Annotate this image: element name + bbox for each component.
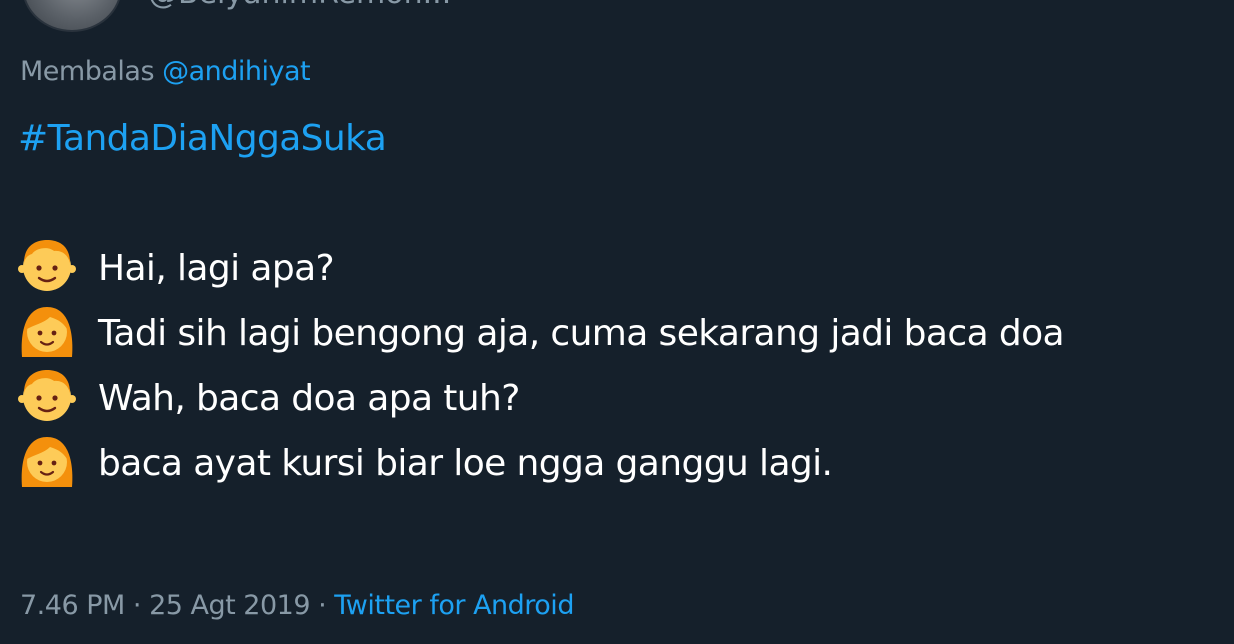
meta-separator: · bbox=[318, 590, 327, 621]
avatar[interactable] bbox=[22, 0, 122, 32]
girl-emoji-icon bbox=[18, 301, 76, 359]
tweet-body: #TandaDiaNggaSuka Hai, lagi apa? Tadi si… bbox=[18, 106, 1228, 496]
reply-context: Membalas @andihiyat bbox=[20, 56, 311, 87]
boy-emoji-icon bbox=[18, 366, 76, 424]
dialogue-line: baca ayat kursi biar loe ngga ganggu lag… bbox=[18, 431, 1228, 496]
dialogue-line: Tadi sih lagi bengong aja, cuma sekarang… bbox=[18, 301, 1228, 366]
tweet-metadata: 7.46 PM · 25 Agt 2019 · Twitter for Andr… bbox=[20, 590, 574, 621]
dialogue-line: Wah, baca doa apa tuh? bbox=[18, 366, 1228, 431]
reply-mention-link[interactable]: @andihiyat bbox=[162, 56, 311, 87]
dialogue-line: Hai, lagi apa? bbox=[18, 236, 1228, 301]
tweet-source-link[interactable]: Twitter for Android bbox=[334, 590, 574, 621]
author-handle[interactable]: @BelyanimRemon... bbox=[148, 0, 451, 11]
reply-prefix: Membalas bbox=[20, 56, 155, 87]
tweet-detail: @BelyanimRemon... Membalas @andihiyat #T… bbox=[0, 0, 1234, 644]
meta-separator: · bbox=[132, 590, 142, 621]
tweet-date[interactable]: 25 Agt 2019 bbox=[149, 590, 310, 621]
hashtag-link[interactable]: #TandaDiaNggaSuka bbox=[18, 106, 1228, 171]
dialogue-text: Tadi sih lagi bengong aja, cuma sekarang… bbox=[98, 313, 1065, 354]
dialogue-text: Hai, lagi apa? bbox=[98, 248, 335, 289]
boy-emoji-icon bbox=[18, 236, 76, 294]
dialogue-text: baca ayat kursi biar loe ngga ganggu lag… bbox=[98, 443, 833, 484]
tweet-time[interactable]: 7.46 PM bbox=[20, 590, 125, 621]
girl-emoji-icon bbox=[18, 431, 76, 489]
dialogue-text: Wah, baca doa apa tuh? bbox=[98, 378, 520, 419]
